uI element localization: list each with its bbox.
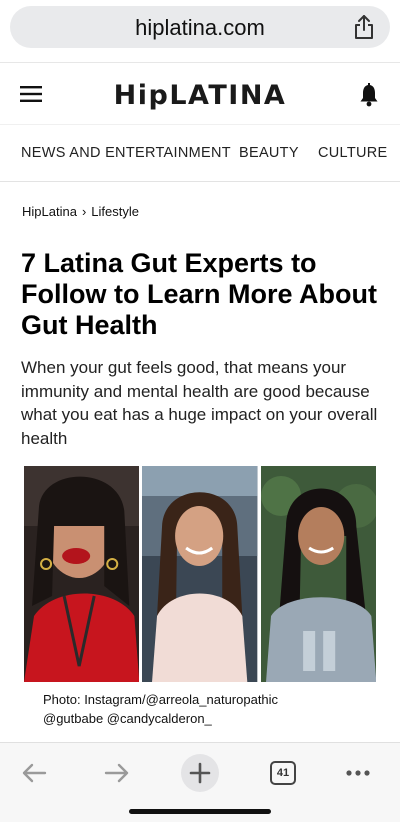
- address-bar[interactable]: hiplatina.com: [10, 6, 390, 48]
- more-button[interactable]: [338, 753, 378, 793]
- article-hero-image: [24, 466, 376, 682]
- browser-toolbar: 41: [0, 742, 400, 822]
- nav-item-culture[interactable]: CULTURE: [318, 145, 388, 161]
- site-logo[interactable]: HipLATINA: [0, 80, 400, 111]
- bell-icon[interactable]: [358, 83, 380, 107]
- forward-button[interactable]: [97, 753, 137, 793]
- home-indicator[interactable]: [129, 809, 271, 814]
- plus-icon: [181, 754, 219, 792]
- tabs-icon: 41: [270, 761, 296, 785]
- share-icon[interactable]: [352, 14, 376, 40]
- photo-left: [24, 466, 140, 682]
- back-button[interactable]: [14, 753, 54, 793]
- nav-item-beauty[interactable]: BEAUTY: [239, 145, 299, 161]
- article-subtitle: When your gut feels good, that means you…: [21, 358, 378, 448]
- photo-caption: Photo: Instagram/@arreola_naturopathic @…: [43, 690, 363, 728]
- tabs-button[interactable]: 41: [263, 753, 303, 793]
- url-text[interactable]: hiplatina.com: [10, 15, 390, 41]
- breadcrumb-section[interactable]: Lifestyle: [91, 204, 139, 219]
- nav-item-news-entertainment[interactable]: NEWS AND ENTERTAINMENT: [21, 145, 231, 161]
- category-nav: NEWS AND ENTERTAINMENT BEAUTY CULTURE: [0, 124, 400, 182]
- photo-center: [142, 466, 258, 682]
- site-header: HipLATINA: [0, 62, 400, 124]
- photo-right: [260, 466, 376, 682]
- forward-arrow-icon: [104, 763, 129, 783]
- breadcrumb-home[interactable]: HipLatina: [22, 204, 77, 219]
- article-title: 7 Latina Gut Experts to Follow to Learn …: [21, 248, 377, 340]
- new-tab-button[interactable]: [180, 753, 220, 793]
- chevron-right-icon: ›: [81, 204, 87, 219]
- caption-line-2: @gutbabe @candycalderon_: [43, 711, 212, 726]
- breadcrumb: HipLatina › Lifestyle: [22, 204, 139, 219]
- browser-address-area: hiplatina.com: [0, 0, 400, 62]
- back-arrow-icon: [22, 763, 47, 783]
- caption-line-1: Photo: Instagram/@arreola_naturopathic: [43, 692, 279, 707]
- more-dots-icon: [346, 770, 370, 776]
